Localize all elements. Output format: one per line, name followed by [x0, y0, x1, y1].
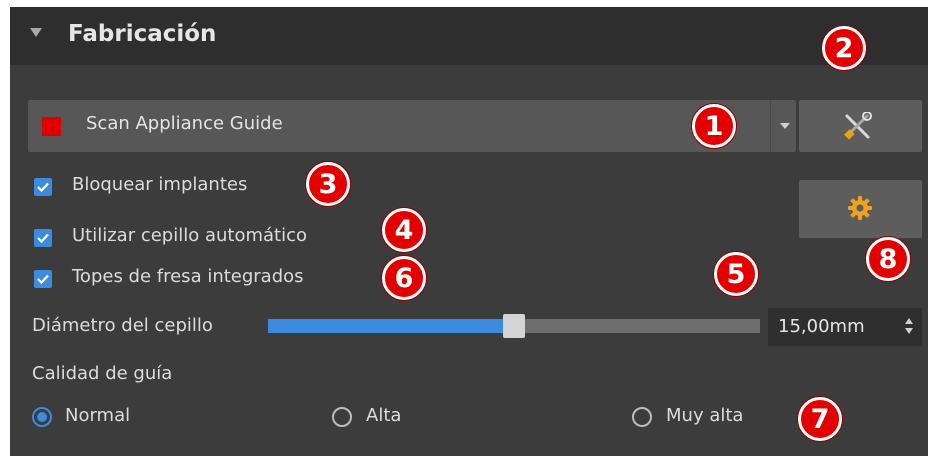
callout-badge: 1 — [692, 104, 736, 148]
fabrication-panel: Fabricación Scan Appliance Guide Bloquea… — [10, 7, 928, 456]
settings-button[interactable] — [799, 180, 922, 238]
block-implants-label[interactable]: Bloquear implantes — [72, 174, 247, 195]
brush-diameter-label: Diámetro del cepillo — [32, 315, 213, 336]
dropdown-separator — [770, 100, 771, 152]
collapse-triangle-icon[interactable] — [30, 28, 42, 37]
callout-badge: 5 — [714, 252, 758, 296]
quality-high-label[interactable]: Alta — [366, 405, 401, 426]
gear-icon — [848, 196, 872, 220]
brush-diameter-slider[interactable] — [268, 314, 760, 338]
callout-badge: 6 — [382, 256, 426, 300]
tools-icon — [844, 112, 872, 140]
quality-very-high-label[interactable]: Muy alta — [666, 405, 743, 426]
slider-thumb[interactable] — [503, 314, 525, 338]
checkmark-icon — [37, 182, 49, 193]
guide-type-dropdown[interactable]: Scan Appliance Guide — [28, 100, 796, 152]
panel-header[interactable]: Fabricación — [10, 7, 928, 65]
callout-badge: 4 — [382, 208, 426, 252]
callout-badge: 8 — [866, 237, 910, 281]
checkmark-icon — [37, 233, 49, 244]
quality-normal-label[interactable]: Normal — [65, 405, 130, 426]
quality-very-high-radio[interactable] — [632, 407, 652, 427]
slider-fill — [268, 319, 514, 333]
spin-up-icon[interactable] — [905, 318, 913, 324]
callout-badge: 3 — [306, 162, 350, 206]
callout-badge: 2 — [822, 26, 866, 70]
guide-type-value: Scan Appliance Guide — [86, 113, 283, 134]
spin-down-icon[interactable] — [905, 328, 913, 334]
drill-stops-label[interactable]: Topes de fresa integrados — [72, 266, 304, 287]
quality-high-radio[interactable] — [332, 407, 352, 427]
brush-diameter-spinbox[interactable]: 15,00mm — [768, 308, 922, 346]
checkmark-icon — [37, 274, 49, 285]
auto-brush-label[interactable]: Utilizar cepillo automático — [72, 225, 307, 246]
auto-brush-checkbox[interactable] — [34, 229, 52, 247]
guide-color-swatch — [42, 117, 61, 136]
drill-stops-checkbox[interactable] — [34, 270, 52, 288]
tools-button[interactable] — [799, 100, 922, 152]
guide-quality-label: Calidad de guía — [32, 363, 173, 384]
chevron-down-icon[interactable] — [780, 123, 790, 129]
brush-diameter-value: 15,00mm — [778, 316, 865, 337]
block-implants-checkbox[interactable] — [34, 178, 52, 196]
panel-title: Fabricación — [68, 21, 217, 47]
radio-selected-dot — [37, 412, 47, 422]
quality-normal-radio[interactable] — [32, 407, 52, 427]
callout-badge: 7 — [798, 397, 842, 441]
